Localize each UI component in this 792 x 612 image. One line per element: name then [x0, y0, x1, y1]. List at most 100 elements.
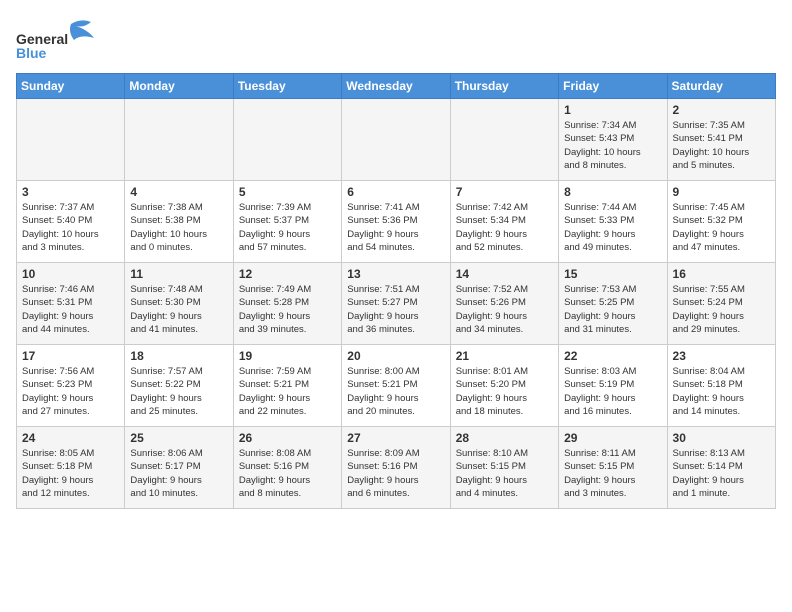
- day-info: Sunrise: 7:56 AMSunset: 5:23 PMDaylight:…: [22, 365, 119, 418]
- day-cell: 10 Sunrise: 7:46 AMSunset: 5:31 PMDayligh…: [17, 263, 125, 345]
- svg-text:Blue: Blue: [16, 45, 47, 61]
- header-cell-saturday: Saturday: [667, 74, 775, 99]
- day-cell: 18Sunrise: 7:57 AMSunset: 5:22 PMDayligh…: [125, 345, 233, 427]
- day-info: Sunrise: 7:46 AMSunset: 5:31 PMDaylight:…: [22, 283, 119, 336]
- day-number: 4: [130, 185, 227, 199]
- header-cell-sunday: Sunday: [17, 74, 125, 99]
- day-number: 21: [456, 349, 553, 363]
- day-info: Sunrise: 7:44 AMSunset: 5:33 PMDaylight:…: [564, 201, 661, 254]
- day-info: Sunrise: 8:09 AMSunset: 5:16 PMDaylight:…: [347, 447, 444, 500]
- day-info: Sunrise: 7:59 AMSunset: 5:21 PMDaylight:…: [239, 365, 336, 418]
- day-number: 29: [564, 431, 661, 445]
- day-cell: 6Sunrise: 7:41 AMSunset: 5:36 PMDaylight…: [342, 181, 450, 263]
- day-number: 3: [22, 185, 119, 199]
- day-number: 11: [130, 267, 227, 281]
- day-number: 2: [673, 103, 770, 117]
- day-info: Sunrise: 8:01 AMSunset: 5:20 PMDaylight:…: [456, 365, 553, 418]
- day-number: 19: [239, 349, 336, 363]
- day-cell: 13Sunrise: 7:51 AMSunset: 5:27 PMDayligh…: [342, 263, 450, 345]
- day-cell: 21 Sunrise: 8:01 AMSunset: 5:20 PMDayligh…: [450, 345, 558, 427]
- day-cell: 3 Sunrise: 7:37 AMSunset: 5:40 PMDaylight…: [17, 181, 125, 263]
- day-number: 28: [456, 431, 553, 445]
- day-info: Sunrise: 7:38 AMSunset: 5:38 PMDaylight:…: [130, 201, 227, 254]
- day-info: Sunrise: 7:37 AMSunset: 5:40 PMDaylight:…: [22, 201, 119, 254]
- day-info: Sunrise: 7:49 AMSunset: 5:28 PMDaylight:…: [239, 283, 336, 336]
- day-number: 9: [673, 185, 770, 199]
- day-cell: 30 Sunrise: 8:13 AMSunset: 5:14 PMDayligh…: [667, 427, 775, 509]
- day-number: 30: [673, 431, 770, 445]
- day-cell: 1 Sunrise: 7:34 AMSunset: 5:43 PMDaylight…: [559, 99, 667, 181]
- day-info: Sunrise: 8:08 AMSunset: 5:16 PMDaylight:…: [239, 447, 336, 500]
- day-info: Sunrise: 8:11 AMSunset: 5:15 PMDaylight:…: [564, 447, 661, 500]
- day-cell: 5 Sunrise: 7:39 AMSunset: 5:37 PMDaylight…: [233, 181, 341, 263]
- header: General Blue: [16, 16, 776, 61]
- day-info: Sunrise: 7:34 AMSunset: 5:43 PMDaylight:…: [564, 119, 661, 172]
- day-info: Sunrise: 7:57 AMSunset: 5:22 PMDaylight:…: [130, 365, 227, 418]
- day-info: Sunrise: 8:10 AMSunset: 5:15 PMDaylight:…: [456, 447, 553, 500]
- day-info: Sunrise: 7:53 AMSunset: 5:25 PMDaylight:…: [564, 283, 661, 336]
- day-info: Sunrise: 7:35 AMSunset: 5:41 PMDaylight:…: [673, 119, 770, 172]
- day-number: 26: [239, 431, 336, 445]
- day-number: 27: [347, 431, 444, 445]
- logo: General Blue: [16, 16, 106, 61]
- day-cell: 16 Sunrise: 7:55 AMSunset: 5:24 PMDayligh…: [667, 263, 775, 345]
- day-info: Sunrise: 7:51 AMSunset: 5:27 PMDaylight:…: [347, 283, 444, 336]
- day-cell: 27 Sunrise: 8:09 AMSunset: 5:16 PMDayligh…: [342, 427, 450, 509]
- day-number: 5: [239, 185, 336, 199]
- day-number: 8: [564, 185, 661, 199]
- day-cell: 28 Sunrise: 8:10 AMSunset: 5:15 PMDayligh…: [450, 427, 558, 509]
- week-row-4: 17 Sunrise: 7:56 AMSunset: 5:23 PMDayligh…: [17, 345, 776, 427]
- day-cell: 22 Sunrise: 8:03 AMSunset: 5:19 PMDayligh…: [559, 345, 667, 427]
- day-cell: 8 Sunrise: 7:44 AMSunset: 5:33 PMDaylight…: [559, 181, 667, 263]
- header-cell-friday: Friday: [559, 74, 667, 99]
- day-info: Sunrise: 7:45 AMSunset: 5:32 PMDaylight:…: [673, 201, 770, 254]
- day-cell: [17, 99, 125, 181]
- day-cell: 29 Sunrise: 8:11 AMSunset: 5:15 PMDayligh…: [559, 427, 667, 509]
- day-number: 24: [22, 431, 119, 445]
- header-cell-thursday: Thursday: [450, 74, 558, 99]
- week-row-3: 10 Sunrise: 7:46 AMSunset: 5:31 PMDayligh…: [17, 263, 776, 345]
- day-cell: 14Sunrise: 7:52 AMSunset: 5:26 PMDayligh…: [450, 263, 558, 345]
- day-number: 12: [239, 267, 336, 281]
- day-cell: 24Sunrise: 8:05 AMSunset: 5:18 PMDayligh…: [17, 427, 125, 509]
- day-info: Sunrise: 8:06 AMSunset: 5:17 PMDaylight:…: [130, 447, 227, 500]
- day-info: Sunrise: 7:55 AMSunset: 5:24 PMDaylight:…: [673, 283, 770, 336]
- day-cell: 25 Sunrise: 8:06 AMSunset: 5:17 PMDayligh…: [125, 427, 233, 509]
- day-number: 16: [673, 267, 770, 281]
- day-info: Sunrise: 7:41 AMSunset: 5:36 PMDaylight:…: [347, 201, 444, 254]
- header-row: SundayMondayTuesdayWednesdayThursdayFrid…: [17, 74, 776, 99]
- week-row-5: 24Sunrise: 8:05 AMSunset: 5:18 PMDayligh…: [17, 427, 776, 509]
- day-number: 17: [22, 349, 119, 363]
- day-cell: 20 Sunrise: 8:00 AMSunset: 5:21 PMDayligh…: [342, 345, 450, 427]
- day-number: 1: [564, 103, 661, 117]
- day-info: Sunrise: 7:42 AMSunset: 5:34 PMDaylight:…: [456, 201, 553, 254]
- day-info: Sunrise: 8:13 AMSunset: 5:14 PMDaylight:…: [673, 447, 770, 500]
- day-number: 10: [22, 267, 119, 281]
- day-info: Sunrise: 8:00 AMSunset: 5:21 PMDaylight:…: [347, 365, 444, 418]
- day-number: 15: [564, 267, 661, 281]
- day-cell: 19 Sunrise: 7:59 AMSunset: 5:21 PMDayligh…: [233, 345, 341, 427]
- header-cell-monday: Monday: [125, 74, 233, 99]
- day-info: Sunrise: 7:48 AMSunset: 5:30 PMDaylight:…: [130, 283, 227, 336]
- day-number: 20: [347, 349, 444, 363]
- day-cell: 4 Sunrise: 7:38 AMSunset: 5:38 PMDaylight…: [125, 181, 233, 263]
- day-cell: 12 Sunrise: 7:49 AMSunset: 5:28 PMDayligh…: [233, 263, 341, 345]
- week-row-2: 3 Sunrise: 7:37 AMSunset: 5:40 PMDaylight…: [17, 181, 776, 263]
- day-cell: 7Sunrise: 7:42 AMSunset: 5:34 PMDaylight…: [450, 181, 558, 263]
- week-row-1: 1 Sunrise: 7:34 AMSunset: 5:43 PMDaylight…: [17, 99, 776, 181]
- day-cell: [450, 99, 558, 181]
- header-cell-tuesday: Tuesday: [233, 74, 341, 99]
- day-number: 25: [130, 431, 227, 445]
- day-info: Sunrise: 8:03 AMSunset: 5:19 PMDaylight:…: [564, 365, 661, 418]
- day-cell: [125, 99, 233, 181]
- day-cell: 9 Sunrise: 7:45 AMSunset: 5:32 PMDaylight…: [667, 181, 775, 263]
- day-number: 14: [456, 267, 553, 281]
- header-cell-wednesday: Wednesday: [342, 74, 450, 99]
- day-info: Sunrise: 7:39 AMSunset: 5:37 PMDaylight:…: [239, 201, 336, 254]
- day-info: Sunrise: 8:04 AMSunset: 5:18 PMDaylight:…: [673, 365, 770, 418]
- day-cell: [233, 99, 341, 181]
- day-number: 22: [564, 349, 661, 363]
- day-cell: 15 Sunrise: 7:53 AMSunset: 5:25 PMDayligh…: [559, 263, 667, 345]
- day-number: 23: [673, 349, 770, 363]
- day-cell: 2 Sunrise: 7:35 AMSunset: 5:41 PMDaylight…: [667, 99, 775, 181]
